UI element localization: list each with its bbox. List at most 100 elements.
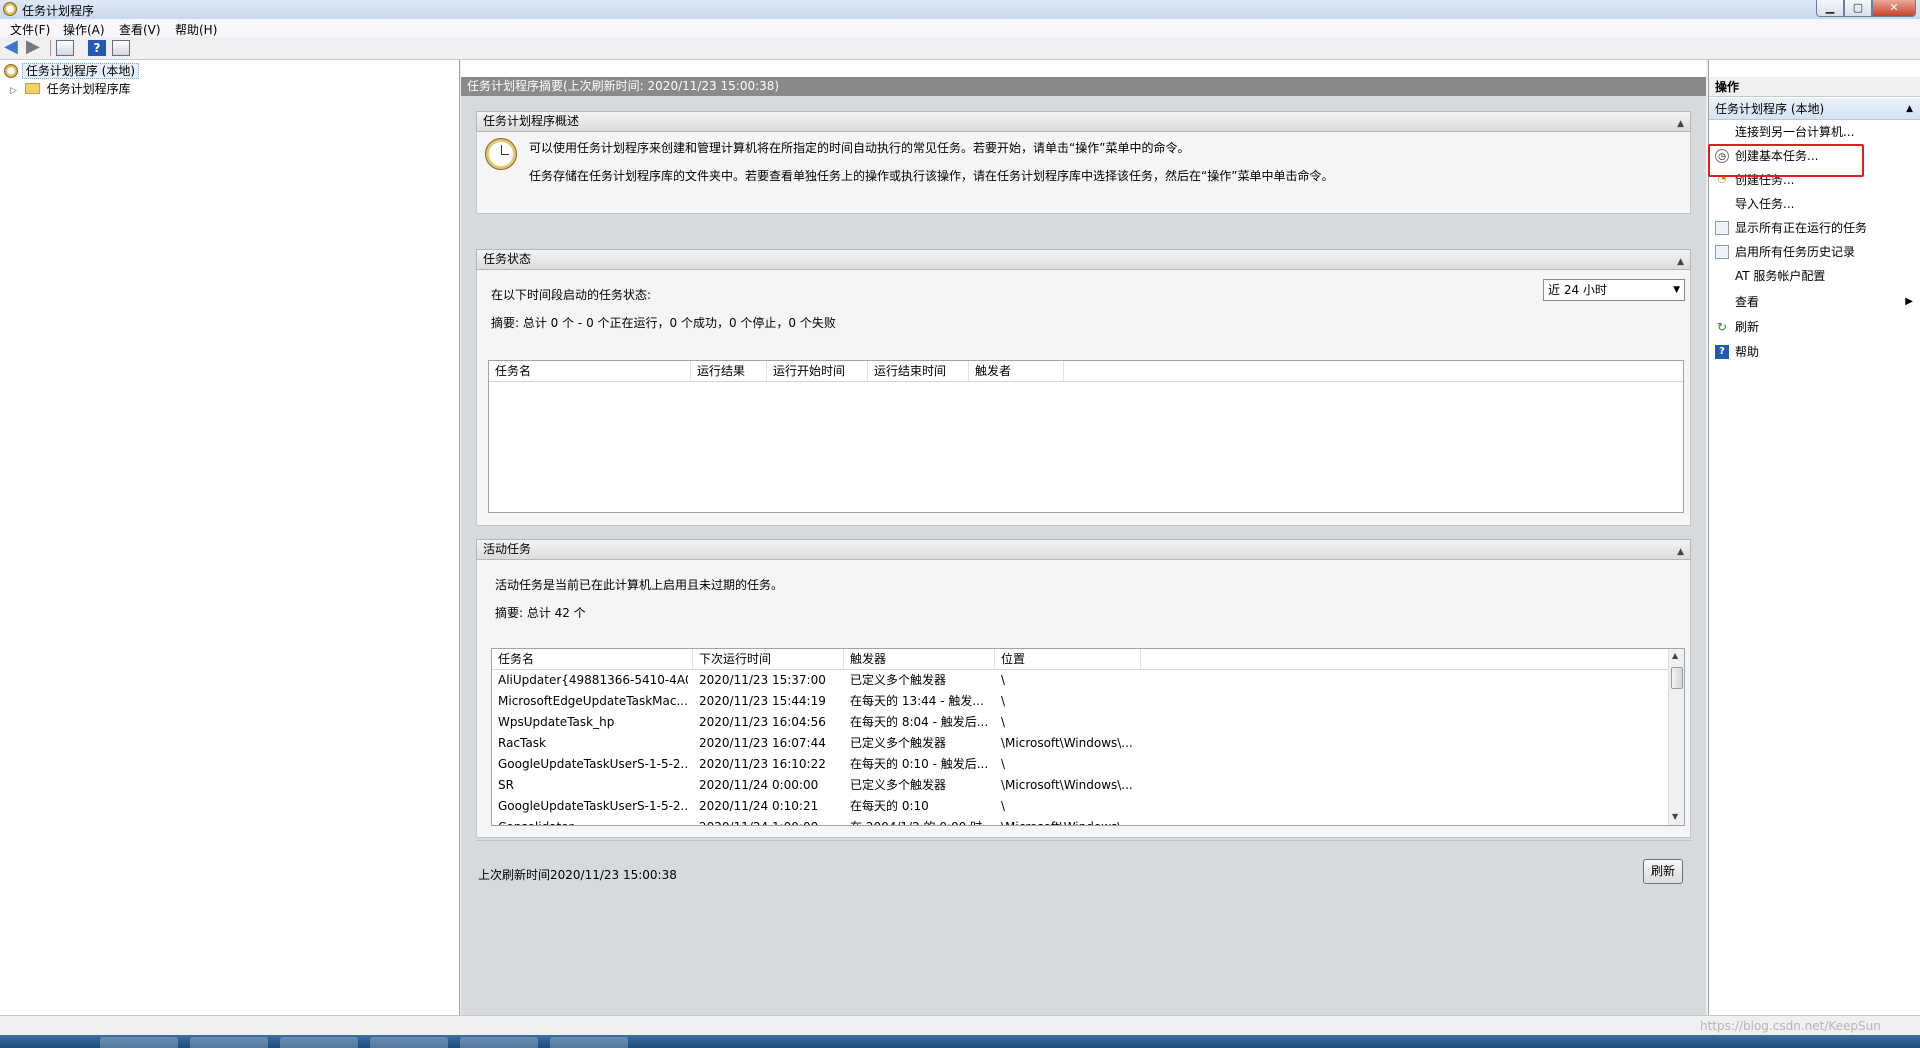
table-cell: \: [1001, 673, 1006, 687]
tree-item-library[interactable]: ▷ 任务计划程序库: [10, 80, 131, 98]
table-row[interactable]: AliUpdater{49881366-5410-4A0... 2020/11/2…: [492, 670, 1668, 691]
table-cell: \: [1001, 799, 1006, 813]
column-header[interactable]: 运行结果: [691, 361, 767, 381]
task-scheduler-app-icon: [3, 2, 17, 16]
refresh-button[interactable]: 刷新: [1643, 859, 1683, 884]
table-row[interactable]: GoogleUpdateTaskUserS-1-5-2... 2020/11/23…: [492, 754, 1668, 775]
column-header[interactable]: 位置: [995, 649, 1141, 669]
action-label: AT 服务帐户配置: [1735, 269, 1826, 283]
table-cell: 在每天的 13:44 - 触发...: [850, 694, 984, 708]
action-help[interactable]: ? 帮助: [1709, 340, 1920, 364]
status-bar: https://blog.csdn.net/KeepSun: [0, 1015, 1920, 1036]
column-header[interactable]: 运行开始时间: [767, 361, 868, 381]
table-row[interactable]: SR 2020/11/24 0:00:00 已定义多个触发器 \Microsoft\W…: [492, 775, 1668, 796]
taskbar-item[interactable]: [280, 1037, 358, 1048]
show-action-pane-icon[interactable]: [112, 40, 130, 56]
refresh-icon: ↻: [1716, 320, 1728, 334]
tree-library-label: 任务计划程序库: [46, 82, 131, 96]
overview-line2: 任务存储在任务计划程序库的文件夹中。若要查看单独任务上的操作或执行该操作，请在任…: [529, 169, 1334, 183]
taskbar-item[interactable]: [190, 1037, 268, 1048]
action-show-running[interactable]: 显示所有正在运行的任务: [1709, 216, 1920, 240]
actions-group-header[interactable]: 任务计划程序 (本地) ▲: [1709, 98, 1920, 120]
taskbar-item[interactable]: [370, 1037, 448, 1048]
table-cell: \Microsoft\Windows\...: [1001, 778, 1133, 792]
show-console-tree-icon[interactable]: [56, 40, 74, 56]
clock-icon: [485, 138, 517, 170]
menu-view[interactable]: 查看(V): [119, 21, 161, 38]
action-refresh[interactable]: ↻ 刷新: [1709, 315, 1920, 339]
table-cell: AliUpdater{49881366-5410-4A0...: [498, 673, 688, 687]
period-label: 在以下时间段启动的任务状态:: [491, 288, 652, 302]
overview-title: 任务计划程序概述: [483, 114, 580, 128]
table-cell: \Microsoft\Windows\...: [1001, 736, 1133, 750]
grid-header: 任务名 下次运行时间 触发器 位置: [492, 649, 1668, 670]
column-header[interactable]: 下次运行时间: [693, 649, 844, 669]
period-select-value: 近 24 小时: [1548, 283, 1607, 297]
action-label: 导入任务...: [1735, 197, 1795, 211]
action-connect-computer[interactable]: 连接到另一台计算机...: [1709, 120, 1920, 144]
maximize-button[interactable]: ▢: [1844, 0, 1872, 17]
menu-help[interactable]: 帮助(H): [175, 21, 217, 38]
table-cell: GoogleUpdateTaskUserS-1-5-2...: [498, 799, 688, 813]
column-header[interactable]: 任务名: [492, 649, 693, 669]
table-cell: 2020/11/24 0:10:21: [699, 799, 819, 813]
table-cell: WpsUpdateTask_hp: [498, 715, 615, 729]
status-summary: 摘要: 总计 0 个 - 0 个正在运行，0 个成功，0 个停止，0 个失败: [491, 316, 836, 330]
task-status-grid[interactable]: 任务名 运行结果 运行开始时间 运行结束时间 触发者: [488, 360, 1684, 513]
action-import-task[interactable]: 导入任务...: [1709, 192, 1920, 216]
help-icon[interactable]: ?: [88, 40, 106, 56]
footer-divider: [476, 840, 1691, 841]
table-cell: 2020/11/24 1:00:00: [699, 817, 844, 825]
table-row[interactable]: GoogleUpdateTaskUserS-1-5-2... 2020/11/24…: [492, 796, 1668, 817]
column-header[interactable]: 任务名: [489, 361, 691, 381]
tree-root-label: 任务计划程序 (本地): [21, 63, 140, 79]
back-arrow-icon[interactable]: ◀: [4, 38, 22, 56]
collapse-icon[interactable]: ▲: [1906, 98, 1913, 120]
last-refresh-label: 上次刷新时间2020/11/23 15:00:38: [478, 868, 677, 882]
table-row[interactable]: RacTask 2020/11/23 16:07:44 已定义多个触发器 \Micro…: [492, 733, 1668, 754]
taskbar-item[interactable]: [550, 1037, 628, 1048]
table-row[interactable]: WpsUpdateTask_hp 2020/11/23 16:04:56 在每天的 …: [492, 712, 1668, 733]
active-tasks-section-header[interactable]: 活动任务 ▲: [476, 539, 1691, 560]
tree-item-root[interactable]: 任务计划程序 (本地): [4, 62, 140, 80]
taskbar-item[interactable]: [100, 1037, 178, 1048]
period-select[interactable]: 近 24 小时 ▼: [1543, 279, 1685, 301]
table-cell: 2020/11/23 16:04:56: [699, 715, 826, 729]
overview-section-header[interactable]: 任务计划程序概述 ▲: [476, 111, 1691, 132]
table-row[interactable]: Consolidator 2020/11/24 1:00:00 在 2004/1/2…: [492, 817, 1668, 825]
actions-pane: 操作 任务计划程序 (本地) ▲ 连接到另一台计算机... ◷ 创建基本任务..…: [1708, 60, 1920, 1015]
column-header[interactable]: 触发器: [844, 649, 995, 669]
vertical-scrollbar[interactable]: ▲ ▼: [1668, 649, 1684, 825]
close-button[interactable]: ✕: [1872, 0, 1916, 17]
minimize-button[interactable]: ▁: [1816, 0, 1844, 17]
menu-action[interactable]: 操作(A): [63, 21, 105, 38]
summary-header: 任务计划程序摘要(上次刷新时间: 2020/11/23 15:00:38): [461, 77, 1706, 96]
column-header[interactable]: 触发者: [969, 361, 1064, 381]
active-tasks-grid[interactable]: 任务名 下次运行时间 触发器 位置 AliUpdater{49881366-54…: [491, 648, 1685, 826]
action-label: 连接到另一台计算机...: [1735, 125, 1855, 139]
table-cell: \: [1001, 694, 1006, 708]
action-at-service[interactable]: AT 服务帐户配置: [1709, 264, 1920, 288]
table-cell: SR: [498, 778, 514, 792]
toolbar-separator: [50, 40, 51, 56]
table-cell: \: [1001, 715, 1006, 729]
forward-arrow-icon[interactable]: ▶: [26, 38, 44, 56]
action-enable-history[interactable]: 启用所有任务历史记录: [1709, 240, 1920, 264]
active-summary: 摘要: 总计 42 个: [495, 606, 586, 620]
table-cell: 2020/11/23 15:44:19: [699, 694, 826, 708]
clock-icon: [4, 64, 18, 78]
task-status-section-header[interactable]: 任务状态 ▲: [476, 249, 1691, 270]
taskbar-item[interactable]: [460, 1037, 538, 1048]
column-header[interactable]: 运行结束时间: [868, 361, 969, 381]
action-view[interactable]: 查看 ▶: [1709, 290, 1920, 314]
table-cell: 2020/11/24 0:00:00: [699, 778, 819, 792]
scroll-thumb[interactable]: [1671, 667, 1683, 689]
table-row[interactable]: MicrosoftEdgeUpdateTaskMac... 2020/11/23 …: [492, 691, 1668, 712]
scroll-up-icon[interactable]: ▲: [1672, 651, 1678, 660]
expand-arrow-icon[interactable]: ▷: [10, 86, 17, 96]
action-label: 帮助: [1735, 345, 1760, 359]
overview-section-body: 可以使用任务计划程序来创建和管理计算机将在所指定的时间自动执行的常见任务。若要开…: [476, 132, 1691, 214]
help-icon: ?: [1715, 345, 1729, 359]
scroll-down-icon[interactable]: ▼: [1672, 812, 1678, 821]
toolbar: ◀ ▶ ?: [0, 37, 1920, 60]
